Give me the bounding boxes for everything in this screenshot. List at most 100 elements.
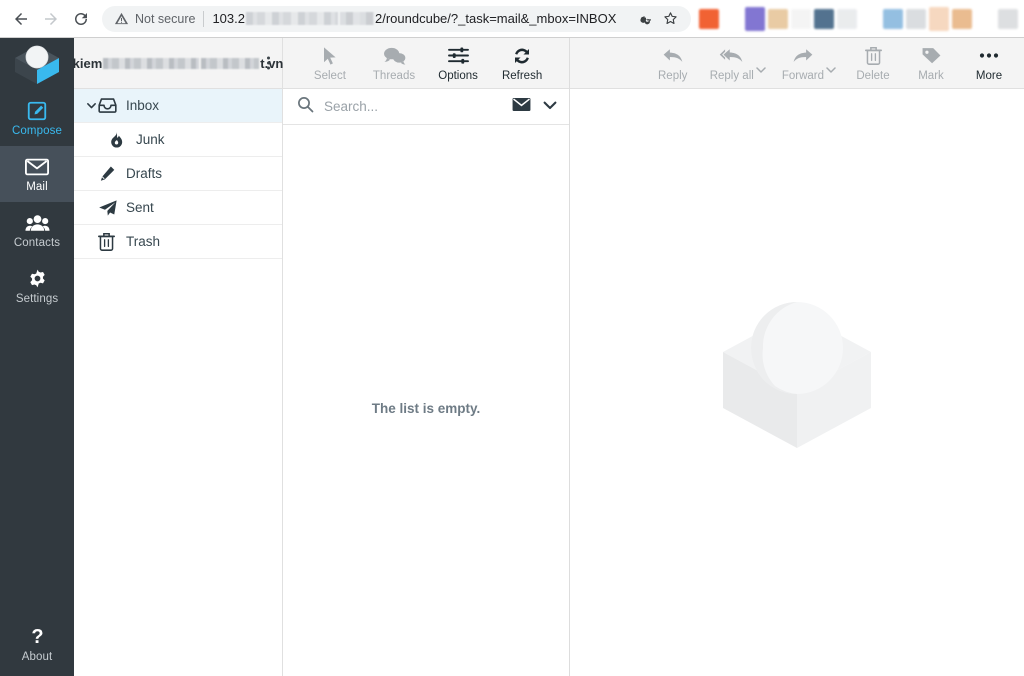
select-button[interactable]: Select [309,45,351,82]
refresh-button[interactable]: Refresh [501,45,543,82]
folder-item-junk[interactable]: Junk [74,123,282,157]
extension-icon[interactable] [998,8,1018,29]
extension-icon[interactable] [699,8,719,29]
folder-list-panel: kiem t.vn Inbox Junk Drafts Sent Trash [73,38,284,676]
browser-nav-buttons [0,4,96,34]
security-status-label: Not secure [135,11,196,26]
button-label: Threads [372,69,416,82]
empty-list-message: The list is empty. [371,401,481,416]
forward-arrow-icon [792,45,814,67]
account-email-redacted-2 [201,57,260,69]
sidebar-item-label: Contacts [13,236,61,249]
extension-icon[interactable] [745,6,765,31]
forward-dropdown-icon[interactable] [826,61,836,79]
people-icon [24,212,50,234]
extension-icon[interactable] [952,8,972,29]
message-list-toolbar: Select Threads Options Refresh [283,38,569,89]
extension-icon[interactable] [906,8,926,29]
search-input[interactable] [324,99,512,114]
forward-button[interactable]: Forward [782,45,824,82]
pencil-icon [98,165,124,183]
url-text: 103.2 2/roundcube/?_task=mail&_mbox=INBOX [212,11,629,26]
account-email: kiem t.vn [73,56,284,71]
question-mark-icon: ? [29,626,46,648]
extension-icon[interactable] [975,8,995,29]
search-bar[interactable] [283,89,569,125]
folder-item-drafts[interactable]: Drafts [74,157,282,191]
button-label: Delete [856,69,890,82]
extension-icon[interactable] [883,8,903,29]
extension-icon[interactable] [929,6,949,31]
compose-pencil-icon [26,100,48,122]
message-view-body [570,89,1024,676]
paper-plane-icon [98,199,124,217]
kebab-menu-icon[interactable] [267,56,270,70]
threads-button[interactable]: Threads [373,45,415,82]
envelope-filled-icon[interactable] [512,97,531,117]
extension-icon[interactable] [837,8,857,29]
button-label: Options [438,69,478,82]
omnibox-divider [203,10,205,27]
svg-text:?: ? [31,626,43,648]
fire-icon [108,131,134,149]
search-icon [297,96,314,118]
folder-label: Trash [126,234,161,249]
reply-arrow-icon [662,45,684,67]
reload-button[interactable] [66,4,96,34]
warning-triangle-icon [114,11,129,26]
reload-icon [75,12,87,25]
folder-label: Drafts [126,166,163,181]
sidebar-item-settings[interactable]: Settings [0,258,74,314]
reply-all-button[interactable]: Reply all [710,45,754,82]
extension-icon[interactable] [791,8,811,29]
mark-button[interactable]: Mark [910,45,952,82]
folder-item-inbox[interactable]: Inbox [74,89,282,123]
message-list-body: The list is empty. [283,125,569,676]
sidebar-item-about[interactable]: ? About [0,618,74,676]
address-bar[interactable]: Not secure 103.2 2/roundcube/?_task=mail&… [102,5,691,32]
star-outline-icon[interactable] [659,8,681,30]
account-header: kiem t.vn [73,38,284,89]
search-actions [512,97,557,117]
threads-bubbles-icon [383,45,406,67]
more-button[interactable]: More [968,45,1010,82]
roundcube-app: Compose Mail Contacts Settings ? About k… [0,38,1024,676]
button-label: Select [313,69,346,82]
button-label: Reply all [709,69,754,82]
delete-button[interactable]: Delete [852,45,894,82]
reply-button[interactable]: Reply [652,45,694,82]
sidebar-item-label: Mail [26,180,48,193]
button-label: More [975,69,1003,82]
extension-icon[interactable] [860,8,880,29]
omnibox-actions [635,8,681,30]
sidebar-item-contacts[interactable]: Contacts [0,202,74,258]
back-button[interactable] [6,4,36,34]
reply-all-dropdown-icon[interactable] [756,61,766,79]
trash-icon [864,45,882,67]
extension-tray [699,0,1024,38]
envelope-icon [25,156,49,178]
extension-icon[interactable] [768,8,788,29]
chevron-down-icon[interactable] [543,98,557,116]
forward-button[interactable] [36,4,66,34]
sidebar-item-compose[interactable]: Compose [0,90,74,146]
url-suffix-full: 2/roundcube/?_task=mail&_mbox=INBOX [375,11,616,26]
button-label: Mark [918,69,944,82]
extension-icon[interactable] [722,8,742,29]
url-redacted-host [246,12,338,25]
trash-icon [98,232,124,251]
folder-item-sent[interactable]: Sent [74,191,282,225]
options-button[interactable]: Options [437,45,479,82]
arrow-right-icon [45,12,57,25]
extension-icon[interactable] [814,8,834,29]
folder-label: Junk [136,132,165,147]
message-view-toolbar: Reply Reply all Forward Delete Mark More [570,38,1024,89]
folder-item-trash[interactable]: Trash [74,225,282,259]
message-list-panel: Select Threads Options Refresh Search...… [283,38,570,676]
chevron-down-icon[interactable] [84,100,98,111]
roundcube-watermark-logo [707,290,887,475]
url-prefix: 103.2 [212,11,245,26]
sidebar-item-mail[interactable]: Mail [0,146,74,202]
cursor-arrow-icon [321,45,339,67]
key-icon[interactable] [635,8,657,30]
